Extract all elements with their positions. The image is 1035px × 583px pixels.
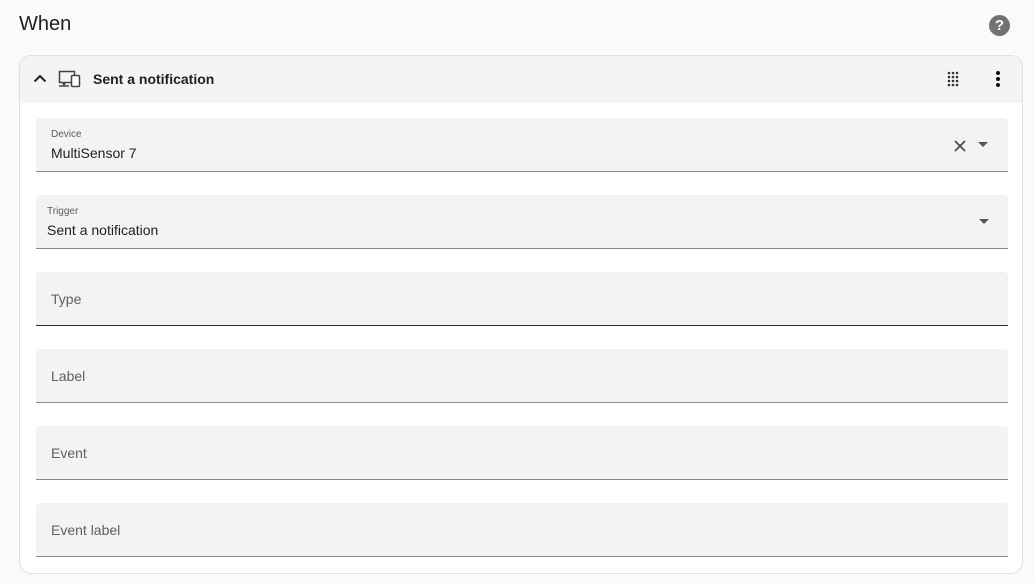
event-field[interactable]: Event [36,426,1008,480]
chevron-down-icon[interactable] [979,219,989,224]
help-icon[interactable]: ? [989,15,1010,36]
device-select[interactable]: Device MultiSensor 7 [36,118,1008,172]
device-field-label: Device [51,129,82,140]
type-field[interactable]: Type [36,272,1008,326]
trigger-card-header[interactable]: Sent a notification [20,56,1022,103]
chevron-up-icon[interactable] [30,69,50,89]
drag-handle-icon[interactable] [944,70,962,88]
event-field-placeholder: Event [51,445,87,461]
type-field-placeholder: Type [51,291,82,307]
when-section-header: When ? [0,0,1035,50]
close-icon[interactable] [953,139,967,153]
trigger-card-title: Sent a notification [93,71,215,87]
dots-vertical-icon[interactable] [988,69,1008,89]
event-label-field[interactable]: Event label [36,503,1008,557]
trigger-card: Sent a notification Device MultiSensor 7 [19,55,1023,574]
label-field[interactable]: Label [36,349,1008,403]
label-field-placeholder: Label [51,368,86,384]
devices-icon [58,70,81,88]
event-label-field-placeholder: Event label [51,522,121,538]
section-title: When [19,13,72,35]
automation-editor-page: When ? Sent a notification Device MultiS… [0,0,1035,583]
trigger-select[interactable]: Trigger Sent a notification [36,195,1008,249]
chevron-down-icon[interactable] [978,142,988,147]
trigger-field-label: Trigger [47,206,79,217]
device-field-value: MultiSensor 7 [51,145,137,161]
trigger-field-value: Sent a notification [47,222,159,238]
